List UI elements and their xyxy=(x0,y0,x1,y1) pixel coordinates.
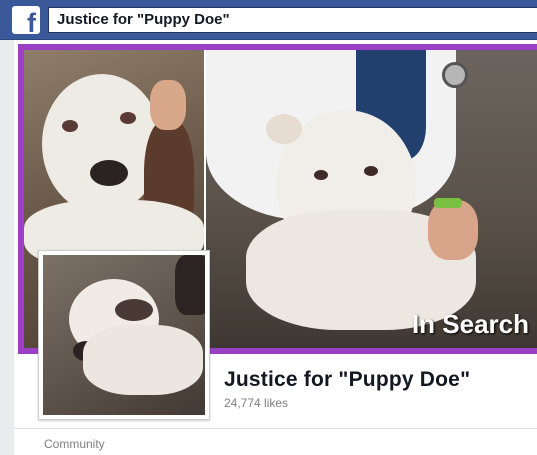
stethoscope-icon xyxy=(442,62,468,88)
top-navigation-bar: f Justice for "Puppy Doe" xyxy=(0,0,537,40)
dog-ear-shape xyxy=(266,114,302,144)
wristband-shape xyxy=(434,198,462,208)
dog-eye-shape xyxy=(62,120,78,132)
dog-patch-shape xyxy=(115,299,153,321)
search-input[interactable]: Justice for "Puppy Doe" xyxy=(48,7,537,33)
hand-shape xyxy=(150,80,186,130)
page-title[interactable]: Justice for "Puppy Doe" xyxy=(224,368,470,392)
page-category[interactable]: Community xyxy=(44,437,105,451)
facebook-logo-icon[interactable]: f xyxy=(12,6,40,34)
hand-shape xyxy=(428,200,478,260)
profile-picture[interactable] xyxy=(38,250,210,420)
dog-body-shape xyxy=(83,325,203,395)
dog-eye-shape xyxy=(364,166,378,176)
cover-overlay-text: In Search xyxy=(411,309,529,339)
dog-eye-shape xyxy=(314,170,328,180)
dog-dark-patch-shape xyxy=(175,255,205,315)
divider xyxy=(14,428,537,429)
dog-nose-shape xyxy=(90,160,128,186)
profile-picture-image xyxy=(43,255,205,415)
likes-count[interactable]: 24,774 likes xyxy=(224,396,288,410)
dog-eye-shape xyxy=(120,112,136,124)
cover-photo-right-panel xyxy=(206,50,537,348)
